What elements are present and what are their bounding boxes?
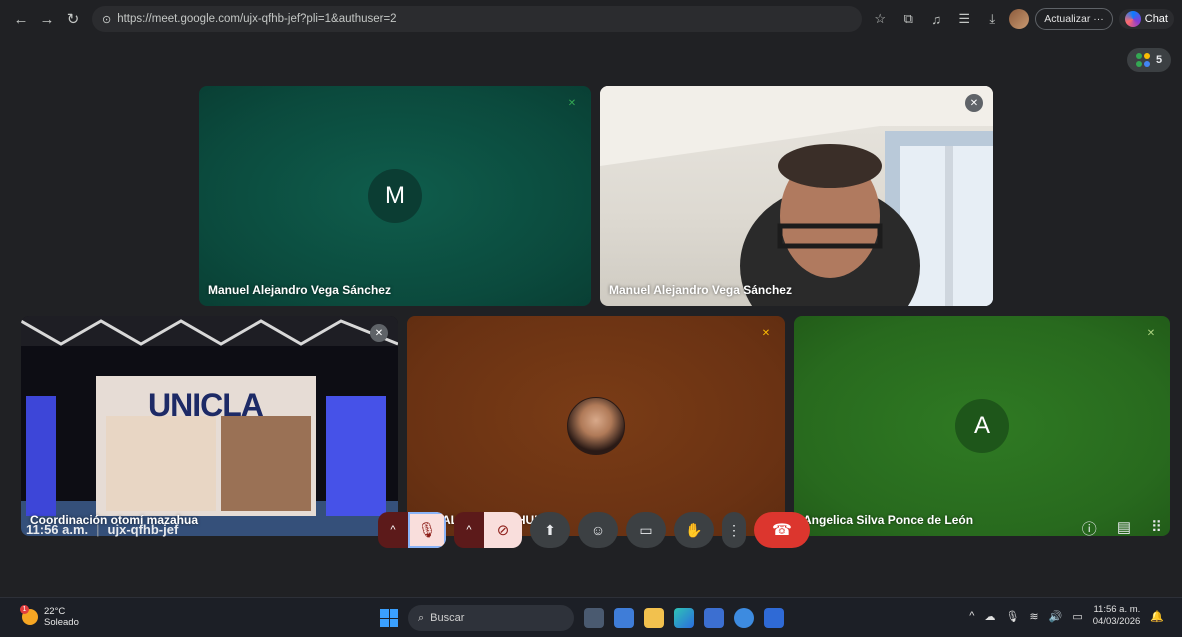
mic-off-icon: ✕ xyxy=(370,324,388,342)
banner-text: UNICLA xyxy=(148,387,264,423)
site-info-icon[interactable]: ⊙ xyxy=(102,13,111,26)
task-view-icon[interactable] xyxy=(584,608,604,628)
system-tray: ^ ☁ 🎙 ≋ 🔊 ▭ 11:56 a. m. 04/03/2026 🔔 xyxy=(969,604,1164,628)
weather-widget[interactable]: 1 22°C Soleado xyxy=(20,605,79,628)
participant-initial: M xyxy=(368,169,422,223)
browser-toolbar: ← → ↻ ⊙ https://meet.google.com/ujx-qfhb… xyxy=(0,0,1182,38)
more-vert-icon: ⋮ xyxy=(727,521,741,538)
search-placeholder: Buscar xyxy=(430,612,465,624)
chat-label: Chat xyxy=(1144,13,1168,25)
app-icon[interactable] xyxy=(614,608,634,628)
meeting-time: 11:56 a.m. xyxy=(26,522,89,537)
edge-icon[interactable] xyxy=(674,608,694,628)
update-label: Actualizar xyxy=(1044,13,1091,25)
file-explorer-icon[interactable] xyxy=(644,608,664,628)
weather-condition: Soleado xyxy=(44,617,79,628)
meeting-details: 11:56 a.m. | ujx-qfhb-jef xyxy=(26,522,178,537)
participant-tile[interactable]: UNICLA ✕ Coordinación otomí mazahua xyxy=(21,316,398,536)
camera-off-icon: ⊘ xyxy=(496,522,510,539)
read-aloud-icon[interactable]: ♫ xyxy=(925,8,947,30)
captions-icon: ▭ xyxy=(639,521,653,538)
mic-off-icon: ✕ xyxy=(1146,327,1156,339)
participant-name: Angelica Silva Ponce de León xyxy=(803,513,974,527)
mic-off-icon: ✕ xyxy=(965,94,983,112)
mic-off-icon: ✕ xyxy=(761,327,771,339)
chat-icon[interactable]: ▤ xyxy=(1117,518,1131,539)
mic-options-chevron-icon[interactable]: ^ xyxy=(378,512,408,548)
extensions-icon[interactable]: ⧉ xyxy=(897,8,919,30)
participant-initial: A xyxy=(955,399,1009,453)
camera-toggle-button[interactable]: ⊘ xyxy=(484,512,522,548)
separator: | xyxy=(96,522,100,537)
start-icon[interactable] xyxy=(380,609,398,627)
notifications-icon[interactable]: 🔔 xyxy=(1150,610,1164,623)
raise-hand-button[interactable]: ✋ xyxy=(674,512,714,548)
search-icon: ⌕ xyxy=(418,611,425,624)
app-icon[interactable] xyxy=(764,608,784,628)
camera-options-chevron-icon[interactable]: ^ xyxy=(454,512,484,548)
video-feed xyxy=(600,86,993,306)
side-panel-controls: ⓘ ▤ ⠿ xyxy=(1082,518,1162,539)
clock-time: 11:56 a. m. xyxy=(1093,604,1141,615)
windows-taskbar: 1 22°C Soleado ⌕ Buscar ^ ☁ 🎙 ≋ 🔊 ▭ 11:5… xyxy=(0,597,1182,637)
participants-icon xyxy=(1135,53,1150,67)
activities-grid-icon[interactable]: ⠿ xyxy=(1151,518,1162,539)
microphone-icon[interactable]: 🎙 xyxy=(1005,610,1019,623)
participant-name: Manuel Alejandro Vega Sánchez xyxy=(208,283,391,297)
profile-avatar[interactable] xyxy=(1009,9,1030,29)
participant-tile[interactable]: ✕ Manuel Alejandro Vega Sánchez xyxy=(600,86,993,306)
sun-icon: 1 xyxy=(20,605,38,625)
call-controls: ^ 🎙 ^ ⊘ ⬆ ☺ ▭ ✋ ⋮ ☎ xyxy=(378,512,810,548)
participant-tile[interactable]: ✕ ROSALBA DIEGOHUIPE xyxy=(407,316,785,536)
mic-group: ^ 🎙 xyxy=(378,512,446,548)
copilot-chat-button[interactable]: Chat xyxy=(1118,9,1174,29)
emoji-icon: ☺ xyxy=(590,522,606,538)
notification-badge: 1 xyxy=(20,605,29,614)
downloads-icon[interactable]: ⤓ xyxy=(981,8,1003,30)
meeting-code: ujx-qfhb-jef xyxy=(107,522,179,537)
leave-call-button[interactable]: ☎ xyxy=(754,512,810,548)
video-feed xyxy=(21,316,398,536)
captions-button[interactable]: ▭ xyxy=(626,512,666,548)
present-button[interactable]: ⬆ xyxy=(530,512,570,548)
present-screen-icon: ⬆ xyxy=(544,521,556,538)
back-icon[interactable]: ← xyxy=(8,6,34,32)
clock[interactable]: 11:56 a. m. 04/03/2026 xyxy=(1093,604,1141,628)
favorites-icon[interactable]: ☰ xyxy=(953,8,975,30)
participant-count: 5 xyxy=(1155,54,1163,66)
url-text: https://meet.google.com/ujx-qfhb-jef?pli… xyxy=(117,13,397,25)
address-bar[interactable]: ⊙ https://meet.google.com/ujx-qfhb-jef?p… xyxy=(92,6,862,32)
participant-tile[interactable]: ✕ A Angelica Silva Ponce de León xyxy=(794,316,1170,536)
cloud-icon[interactable]: ☁ xyxy=(984,610,995,623)
chevron-up-icon[interactable]: ^ xyxy=(969,610,974,622)
info-icon[interactable]: ⓘ xyxy=(1082,518,1097,539)
taskbar-search[interactable]: ⌕ Buscar xyxy=(408,605,574,631)
mic-toggle-button[interactable]: 🎙 xyxy=(408,512,446,548)
camera-group: ^ ⊘ xyxy=(454,512,522,548)
temperature: 22°C xyxy=(44,606,66,617)
hand-icon: ✋ xyxy=(685,521,703,538)
reload-icon[interactable]: ↻ xyxy=(60,6,86,32)
app-icon[interactable] xyxy=(734,608,754,628)
forward-icon[interactable]: → xyxy=(34,6,60,32)
volume-icon[interactable]: 🔊 xyxy=(1049,610,1063,623)
store-icon[interactable] xyxy=(704,608,724,628)
copilot-icon xyxy=(1124,11,1141,27)
mic-off-icon: ✕ xyxy=(567,97,577,109)
participant-tile[interactable]: ✕ M Manuel Alejandro Vega Sánchez xyxy=(199,86,591,306)
battery-icon[interactable]: ▭ xyxy=(1072,610,1082,623)
wifi-icon[interactable]: ≋ xyxy=(1029,610,1038,623)
participant-name: Manuel Alejandro Vega Sánchez xyxy=(609,283,792,297)
favorite-star-icon[interactable]: ☆ xyxy=(869,8,891,30)
hangup-icon: ☎ xyxy=(772,522,792,539)
participants-button[interactable]: 5 xyxy=(1127,48,1171,72)
update-button[interactable]: Actualizar ··· xyxy=(1035,8,1113,30)
participant-avatar xyxy=(567,397,625,455)
mic-off-icon: 🎙 xyxy=(417,522,437,539)
reactions-button[interactable]: ☺ xyxy=(578,512,618,548)
clock-date: 04/03/2026 xyxy=(1092,616,1141,627)
more-options-button[interactable]: ⋮ xyxy=(722,512,746,548)
